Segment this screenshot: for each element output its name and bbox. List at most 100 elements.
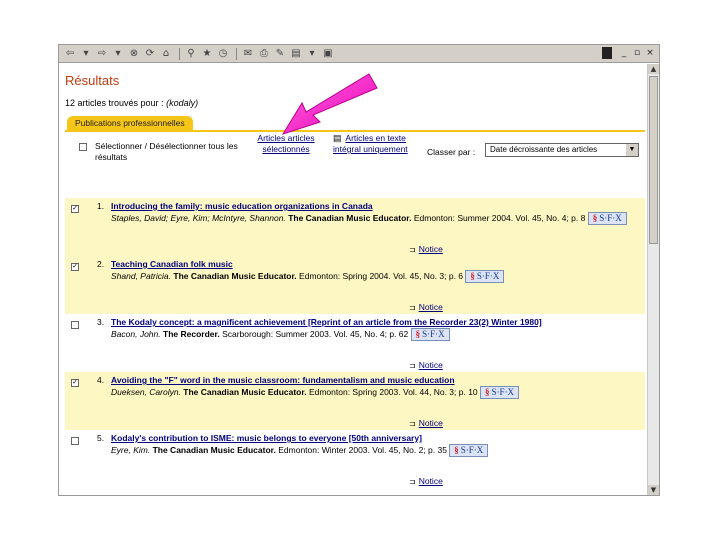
edit-icon[interactable]: ✎ xyxy=(273,47,287,61)
result-title-link[interactable]: Kodaly's contribution to ISME: music bel… xyxy=(111,433,422,443)
favorites-icon[interactable]: ★ xyxy=(200,47,214,61)
result-citation: Shand, Patricia. The Canadian Music Educ… xyxy=(111,270,631,283)
result-checkbox[interactable]: ✓ xyxy=(71,379,79,387)
notice-link[interactable]: ⊐ Notice xyxy=(409,302,443,312)
sort-select[interactable]: Date décroissante des articles ▼ xyxy=(485,143,639,157)
result-checkbox[interactable] xyxy=(71,321,79,329)
result-number: 3. xyxy=(97,317,105,327)
selected-articles-link[interactable]: Articles articles sélectionnés xyxy=(251,133,321,155)
back-icon[interactable]: ⇦ xyxy=(63,47,77,61)
result-row: 5. Kodaly's contribution to ISME: music b… xyxy=(65,430,645,488)
dropdown-icon[interactable]: ▾ xyxy=(79,47,93,61)
notice-icon: ⊐ xyxy=(409,477,416,486)
scroll-down-icon[interactable]: ▼ xyxy=(648,485,659,495)
result-row: 3. The Kodaly concept: a magnificent achi… xyxy=(65,314,645,372)
select-all-checkbox[interactable] xyxy=(79,143,87,151)
notice-icon: ⊐ xyxy=(409,303,416,312)
result-checkbox[interactable]: ✓ xyxy=(71,205,79,213)
result-number: 4. xyxy=(97,375,105,385)
notice-label: Notice xyxy=(418,360,443,370)
fulltext-filter[interactable]: ▤ Articles en texte intégral uniquement xyxy=(333,133,423,155)
notice-label: Notice xyxy=(418,476,443,486)
result-title-link[interactable]: Avoiding the "F" word in the music class… xyxy=(111,375,455,385)
stop-icon[interactable]: ⊗ xyxy=(127,47,141,61)
chevron-down-icon[interactable]: ▼ xyxy=(626,144,638,156)
search-icon[interactable]: ⚲ xyxy=(184,47,198,61)
result-journal: The Canadian Music Educator. xyxy=(183,386,307,397)
sfx-label: S·F·X xyxy=(422,329,445,339)
notice-link[interactable]: ⊐ Notice xyxy=(409,418,443,428)
result-title-link[interactable]: Introducing the family: music education … xyxy=(111,201,373,211)
home-icon[interactable]: ⌂ xyxy=(159,47,173,61)
page-title: Résultats xyxy=(65,73,120,88)
result-row: ✓ 4. Avoiding the "F" word in the music cl… xyxy=(65,372,645,430)
result-title-link[interactable]: The Kodaly concept: a magnificent achiev… xyxy=(111,317,542,327)
sfx-button[interactable]: § S·F·X xyxy=(480,386,520,399)
result-title-link[interactable]: Teaching Canadian folk music xyxy=(111,259,233,269)
messenger-icon[interactable]: ▣ xyxy=(321,47,335,61)
results-controls: Sélectionner / Désélectionner tous les r… xyxy=(65,133,645,196)
result-checkbox[interactable]: ✓ xyxy=(71,263,79,271)
sfx-label: S·F·X xyxy=(491,387,515,397)
sfx-logo-icon: § xyxy=(470,271,475,281)
notice-icon: ⊐ xyxy=(409,419,416,428)
scroll-thumb[interactable] xyxy=(649,76,658,244)
tab-publications[interactable]: Publications professionnelles xyxy=(67,116,193,130)
result-journal: The Canadian Music Educator. xyxy=(152,444,276,455)
page-content: Résultats 12 articles trouvés pour : (ko… xyxy=(59,64,647,495)
result-row: ✓ 2. Teaching Canadian folk music Shand, Pa… xyxy=(65,256,645,314)
browser-window: ⇦ ▾ ⇨ ▾ ⊗ ⟳ ⌂ ⚲ ★ ◷ ✉ ⎙ ✎ ▤ ▾ ▣ ◧ _ ▫ × … xyxy=(58,44,660,496)
sfx-label: S·F·X xyxy=(460,445,484,455)
sfx-button[interactable]: § S·F·X xyxy=(410,328,450,341)
mail-icon[interactable]: ✉ xyxy=(241,47,255,61)
result-authors: Dueksen, Carolyn. xyxy=(111,386,181,397)
result-row: ✓ 1. Introducing the family: music educati… xyxy=(65,198,645,256)
sfx-logo-icon: § xyxy=(592,213,598,223)
history-icon[interactable]: ◷ xyxy=(216,47,230,61)
app-logo-icon: ◧ xyxy=(602,47,612,59)
notice-link[interactable]: ⊐ Notice xyxy=(409,476,443,486)
search-query: (kodaly) xyxy=(166,98,199,108)
sfx-button[interactable]: § S·F·X xyxy=(587,212,627,225)
forward-icon[interactable]: ⇨ xyxy=(95,47,109,61)
sfx-label: S·F·X xyxy=(599,213,622,223)
maximize-icon[interactable]: ▫ xyxy=(632,47,642,59)
toolbar-separator xyxy=(179,47,180,60)
result-journal: The Canadian Music Educator. xyxy=(288,212,412,223)
sfx-logo-icon: § xyxy=(454,445,459,455)
refresh-icon[interactable]: ⟳ xyxy=(143,47,157,61)
sort-value: Date décroissante des articles xyxy=(490,145,598,154)
tab-underline xyxy=(65,130,645,132)
result-authors: Bacon, John. xyxy=(111,328,161,339)
result-citation: Eyre, Kim. The Canadian Music Educator. … xyxy=(111,444,631,457)
result-journal: The Canadian Music Educator. xyxy=(173,270,297,281)
result-journal: The Recorder. xyxy=(163,328,220,339)
notice-link[interactable]: ⊐ Notice xyxy=(409,244,443,254)
result-details: Edmonton: Spring 2004. Vol. 45, No. 3; p… xyxy=(299,270,464,281)
result-checkbox[interactable] xyxy=(71,437,79,445)
dropdown-icon[interactable]: ▾ xyxy=(111,47,125,61)
browser-toolbar: ⇦ ▾ ⇨ ▾ ⊗ ⟳ ⌂ ⚲ ★ ◷ ✉ ⎙ ✎ ▤ ▾ ▣ ◧ _ ▫ × xyxy=(59,45,659,63)
fulltext-icon: ▤ xyxy=(333,133,342,143)
sfx-button[interactable]: § S·F·X xyxy=(449,444,489,457)
sfx-button[interactable]: § S·F·X xyxy=(465,270,505,283)
result-details: Edmonton: Summer 2004. Vol. 45, No. 4; p… xyxy=(413,212,586,223)
notice-icon: ⊐ xyxy=(409,361,416,370)
scroll-up-icon[interactable]: ▲ xyxy=(648,64,659,74)
minimize-icon[interactable]: _ xyxy=(619,47,629,59)
discuss-icon[interactable]: ▤ xyxy=(289,47,303,61)
result-authors: Eyre, Kim. xyxy=(111,444,151,455)
fulltext-link[interactable]: Articles en texte intégral uniquement xyxy=(333,133,408,154)
close-icon[interactable]: × xyxy=(645,47,655,59)
notice-link[interactable]: ⊐ Notice xyxy=(409,360,443,370)
print-icon[interactable]: ⎙ xyxy=(257,47,271,61)
result-authors: Staples, David; Eyre, Kim; McIntyre, Sha… xyxy=(111,212,286,223)
result-number: 2. xyxy=(97,259,105,269)
notice-icon: ⊐ xyxy=(409,245,416,254)
vertical-scrollbar[interactable]: ▲ ▼ xyxy=(647,64,659,495)
result-number: 5. xyxy=(97,433,105,443)
notice-label: Notice xyxy=(418,418,443,428)
result-citation: Dueksen, Carolyn. The Canadian Music Edu… xyxy=(111,386,631,399)
dropdown-icon[interactable]: ▾ xyxy=(305,47,319,61)
sfx-logo-icon: § xyxy=(415,329,421,339)
